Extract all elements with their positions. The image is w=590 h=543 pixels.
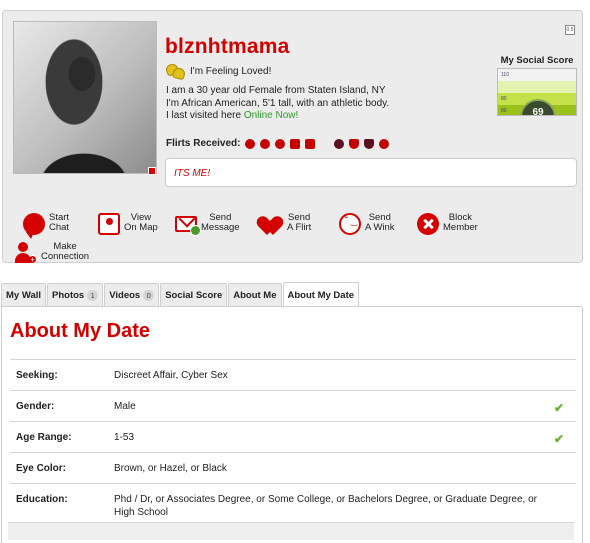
flirts-received: Flirts Received:	[166, 138, 390, 149]
checkmark-icon: ✔	[553, 401, 564, 415]
action-label-line: Connection	[41, 251, 90, 262]
block-member-label: Block Member	[443, 213, 478, 233]
about-line-1: I am a 30 year old Female from Staten Is…	[166, 85, 386, 96]
tab-label: About My Date	[287, 289, 355, 301]
lips-icon[interactable]	[245, 138, 256, 149]
mood-line: I'm Feeling Loved!	[166, 64, 271, 78]
score-band: 110	[498, 69, 576, 81]
rose-icon[interactable]	[379, 138, 390, 149]
criteria-row-seeking: Seeking: Discreet Affair, Cyber Sex	[10, 359, 576, 390]
row-key: Education:	[16, 494, 68, 505]
social-score-graph: 110 80 80 69	[497, 68, 577, 116]
tab-label: My Wall	[6, 289, 42, 301]
make-connection-label: Make Connection	[41, 242, 89, 262]
about-line-3: I last visited here Online Now!	[166, 110, 426, 123]
criteria-row-education: Education: Phd / Dr, or Associates Degre…	[10, 483, 576, 521]
row-value: Discreet Affair, Cyber Sex	[114, 370, 228, 381]
online-status: Online Now!	[243, 110, 299, 121]
profile-actions: Start Chat View On Map Send Message Send…	[15, 213, 583, 264]
send-flirt-label: Send A Flirt	[287, 213, 311, 233]
map-icon	[98, 213, 120, 235]
tab-about-me[interactable]: About Me	[228, 283, 282, 306]
share-icon[interactable]: 0.5	[565, 25, 575, 35]
action-label-line: On Map	[124, 222, 158, 233]
profile-about: I am a 30 year old Female from Staten Is…	[166, 85, 426, 123]
profile-card: blznhtmama I'm Feeling Loved! I am a 30 …	[2, 10, 583, 264]
cupid-icon[interactable]	[275, 138, 286, 149]
heart-icon	[261, 215, 283, 237]
tab-label: About Me	[233, 289, 277, 301]
row-value: Male	[114, 401, 136, 412]
criteria-table: Seeking: Discreet Affair, Cyber Sex Gend…	[10, 359, 576, 521]
send-wink-label: Send A Wink	[365, 213, 395, 233]
social-score-widget[interactable]: 0.5 My Social Score 110 80 80 69	[496, 25, 578, 117]
send-wink-button[interactable]: Send A Wink	[339, 213, 395, 235]
profile-photo[interactable]	[13, 21, 157, 174]
score-value: 69	[532, 107, 544, 116]
action-label-line: A Flirt	[287, 222, 312, 233]
criteria-row-age-range: Age Range: 1-53 ✔	[10, 421, 576, 452]
action-label-line: Chat	[49, 222, 70, 233]
wink-face-icon	[339, 213, 361, 235]
send-message-button[interactable]: Send Message	[175, 213, 240, 236]
tab-count-badge: 1	[87, 289, 99, 301]
dark-heart-icon[interactable]	[334, 138, 345, 149]
make-connection-button[interactable]: + Make Connection	[15, 242, 89, 264]
send-message-label: Send Message	[201, 213, 240, 233]
social-score-title: My Social Score	[500, 55, 574, 66]
row-key: Gender:	[16, 401, 55, 412]
row-key: Eye Color:	[16, 463, 67, 474]
send-flirt-button[interactable]: Send A Flirt	[261, 213, 311, 237]
checkmark-icon: ✔	[553, 432, 564, 446]
add-person-icon: +	[15, 242, 37, 264]
profile-tabs: My Wall Photos 1 Videos 0 Social Score A…	[1, 282, 360, 307]
flirts-label: Flirts Received:	[166, 138, 241, 149]
hearts-icon	[166, 64, 184, 78]
tab-photos[interactable]: Photos 1	[47, 283, 104, 306]
about-line-2: I'm African American, 5'1 tall, with an …	[166, 97, 390, 109]
tab-about-my-date[interactable]: About My Date	[282, 282, 360, 307]
score-band	[498, 81, 576, 93]
block-icon	[417, 213, 439, 235]
house-icon[interactable]	[305, 138, 316, 149]
block-member-button[interactable]: Block Member	[417, 213, 478, 235]
view-on-map-label: View On Map	[124, 213, 158, 233]
mood-text: I'm Feeling Loved!	[190, 65, 272, 77]
chat-bubble-icon	[23, 213, 45, 239]
criteria-row-eye-color: Eye Color: Brown, or Hazel, or Black	[10, 452, 576, 483]
wine-glass-icon[interactable]	[364, 138, 375, 149]
view-on-map-button[interactable]: View On Map	[98, 213, 158, 235]
mug-icon[interactable]	[349, 138, 360, 149]
last-visited-text: I last visited here	[166, 110, 242, 121]
row-value: Brown, or Hazel, or Black	[114, 463, 227, 474]
photo-flag-icon[interactable]	[148, 167, 156, 175]
envelope-icon	[175, 216, 201, 236]
criteria-row-gender: Gender: Male ✔	[10, 390, 576, 421]
tab-label: Photos	[52, 289, 85, 301]
action-label-line: Message	[201, 222, 240, 233]
gift-icon[interactable]	[290, 138, 301, 149]
plus-icon: +	[28, 255, 37, 264]
table-footer-bar	[8, 522, 574, 540]
tab-label: Videos	[109, 289, 141, 301]
about-my-date-panel: About My Date Seeking: Discreet Affair, …	[1, 306, 583, 543]
row-key: Age Range:	[16, 432, 72, 443]
tab-videos[interactable]: Videos 0	[104, 283, 160, 306]
action-label-line: A Wink	[365, 222, 395, 233]
row-value: 1-53	[114, 432, 135, 443]
apple-icon[interactable]	[260, 138, 271, 149]
tab-label: Social Score	[165, 289, 223, 301]
tab-count-badge: 0	[143, 289, 155, 301]
start-chat-button[interactable]: Start Chat	[23, 213, 69, 239]
action-label-line: Member	[443, 222, 478, 233]
profile-username: blznhtmama	[165, 35, 290, 58]
tab-social-score[interactable]: Social Score	[160, 283, 228, 306]
status-message: ITS ME!	[165, 158, 577, 187]
start-chat-label: Start Chat	[49, 213, 69, 233]
tab-my-wall[interactable]: My Wall	[1, 283, 47, 306]
panel-title: About My Date	[10, 320, 150, 342]
row-key: Seeking:	[16, 370, 58, 381]
